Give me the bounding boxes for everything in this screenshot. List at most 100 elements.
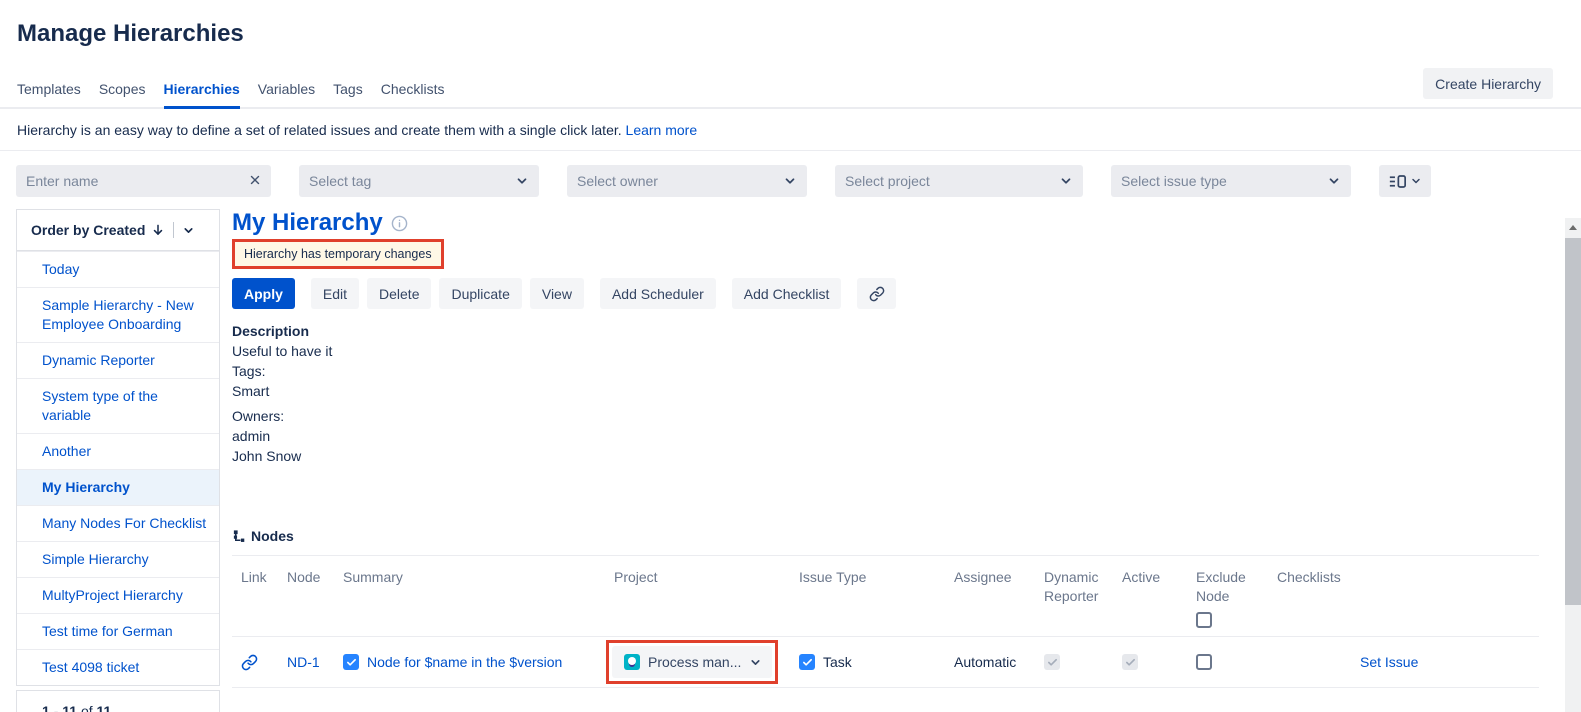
project-filter-placeholder: Select project bbox=[845, 173, 930, 189]
sidebar-item-dynamic-reporter[interactable]: Dynamic Reporter bbox=[17, 342, 219, 378]
node-issue-type-cell: Task bbox=[799, 637, 954, 687]
info-icon[interactable] bbox=[391, 215, 408, 232]
order-by-label: Order by Created bbox=[31, 222, 145, 238]
sidebar-item-another[interactable]: Another bbox=[17, 433, 219, 469]
node-checklists-cell: Set Issue bbox=[1277, 637, 1539, 687]
node-summary-link[interactable]: Node for $name in the $version bbox=[367, 654, 562, 670]
node-exclude-cell bbox=[1196, 637, 1277, 687]
sidebar-item-test-4098[interactable]: Test 4098 ticket bbox=[17, 649, 219, 685]
col-issue-type: Issue Type bbox=[799, 568, 954, 587]
nodes-section-title: Nodes bbox=[251, 528, 294, 544]
view-button[interactable]: View bbox=[530, 278, 584, 309]
tag-filter-placeholder: Select tag bbox=[309, 173, 371, 189]
add-scheduler-button[interactable]: Add Scheduler bbox=[600, 278, 716, 309]
sidebar-item-simple-hierarchy[interactable]: Simple Hierarchy bbox=[17, 541, 219, 577]
tab-checklists[interactable]: Checklists bbox=[381, 75, 445, 109]
project-filter-select[interactable]: Select project bbox=[835, 165, 1083, 197]
pagination-start: 1 bbox=[42, 703, 50, 712]
vertical-scrollbar[interactable] bbox=[1565, 218, 1581, 712]
owner-item: John Snow bbox=[232, 446, 1539, 466]
delete-button[interactable]: Delete bbox=[367, 278, 431, 309]
dynamic-reporter-checkbox bbox=[1044, 654, 1060, 670]
tab-scopes[interactable]: Scopes bbox=[99, 75, 146, 109]
chevron-down-icon bbox=[1059, 174, 1073, 188]
set-issue-link[interactable]: Set Issue bbox=[1360, 654, 1418, 670]
scrollbar-thumb[interactable] bbox=[1565, 238, 1581, 605]
issue-type-filter-select[interactable]: Select issue type bbox=[1111, 165, 1351, 197]
sidebar-item-many-nodes[interactable]: Many Nodes For Checklist bbox=[17, 505, 219, 541]
tab-bar: Templates Scopes Hierarchies Variables T… bbox=[0, 68, 1581, 109]
create-hierarchy-button[interactable]: Create Hierarchy bbox=[1423, 68, 1553, 99]
issue-type-checkbox[interactable] bbox=[799, 654, 815, 670]
manage-hierarchies-page: Manage Hierarchies Templates Scopes Hier… bbox=[0, 0, 1581, 712]
project-dropdown-value: Process man... bbox=[648, 654, 741, 670]
pagination-total: 11 bbox=[97, 703, 112, 712]
description-value: Useful to have it bbox=[232, 341, 1539, 361]
annotation-highlight-box: Process man... bbox=[606, 640, 778, 684]
tab-variables[interactable]: Variables bbox=[258, 75, 315, 109]
tag-filter-select[interactable]: Select tag bbox=[299, 165, 539, 197]
divider bbox=[173, 222, 174, 238]
pagination-of: of bbox=[81, 703, 93, 712]
summary-checkbox[interactable] bbox=[343, 654, 359, 670]
col-project: Project bbox=[614, 568, 799, 587]
exclude-all-checkbox[interactable] bbox=[1196, 612, 1212, 628]
sidebar-item-multyproject[interactable]: MultyProject Hierarchy bbox=[17, 577, 219, 613]
col-active: Active bbox=[1122, 568, 1196, 587]
chevron-down-icon bbox=[515, 174, 529, 188]
clear-icon[interactable] bbox=[248, 173, 262, 187]
node-summary-cell: Node for $name in the $version bbox=[343, 637, 614, 687]
chevron-down-icon[interactable] bbox=[182, 224, 195, 237]
link-icon bbox=[869, 286, 885, 302]
link-icon[interactable] bbox=[241, 654, 258, 671]
sidebar-item-sample-hierarchy[interactable]: Sample Hierarchy - New Employee Onboardi… bbox=[17, 287, 219, 342]
tab-tags[interactable]: Tags bbox=[333, 75, 363, 109]
node-key-cell: ND-1 bbox=[287, 637, 343, 687]
apply-button[interactable]: Apply bbox=[232, 278, 295, 309]
sort-direction-icon[interactable] bbox=[151, 223, 165, 237]
owner-item: admin bbox=[232, 426, 1539, 446]
learn-more-link[interactable]: Learn more bbox=[626, 122, 698, 138]
scroll-up-arrow[interactable] bbox=[1565, 218, 1581, 236]
sidebar-item-my-hierarchy[interactable]: My Hierarchy bbox=[17, 469, 219, 505]
node-key-link[interactable]: ND-1 bbox=[287, 654, 320, 670]
action-buttons: Apply Edit Delete Duplicate View Add Sch… bbox=[232, 278, 1539, 309]
node-dynamic-reporter-cell bbox=[1044, 637, 1122, 687]
sidebar-item-system-type[interactable]: System type of the variable bbox=[17, 378, 219, 433]
name-filter-input[interactable] bbox=[16, 165, 271, 197]
edit-button[interactable]: Edit bbox=[311, 278, 359, 309]
duplicate-button[interactable]: Duplicate bbox=[439, 278, 521, 309]
name-filter bbox=[16, 165, 271, 197]
filter-bar: Select tag Select owner Select project S… bbox=[0, 151, 1581, 197]
nodes-section-header: Nodes bbox=[232, 528, 1539, 556]
owner-filter-placeholder: Select owner bbox=[577, 173, 658, 189]
col-checklists: Checklists bbox=[1277, 568, 1539, 587]
sidebar-item-today[interactable]: Today bbox=[17, 251, 219, 287]
col-summary: Summary bbox=[343, 568, 614, 587]
tab-templates[interactable]: Templates bbox=[17, 75, 81, 109]
order-by-control[interactable]: Order by Created bbox=[17, 210, 219, 251]
owner-filter-select[interactable]: Select owner bbox=[567, 165, 807, 197]
intro-text: Hierarchy is an easy way to define a set… bbox=[17, 122, 622, 138]
project-avatar bbox=[624, 654, 640, 670]
issue-type-value: Task bbox=[823, 654, 852, 670]
add-checklist-button[interactable]: Add Checklist bbox=[732, 278, 842, 309]
copy-link-button[interactable] bbox=[857, 278, 896, 309]
view-toggle-button[interactable] bbox=[1379, 165, 1431, 197]
chevron-down-icon bbox=[749, 656, 762, 669]
assignee-value: Automatic bbox=[954, 654, 1016, 670]
project-dropdown[interactable]: Process man... bbox=[612, 646, 772, 678]
node-project-cell: Process man... bbox=[614, 637, 799, 687]
description-block: Description Useful to have it Tags: Smar… bbox=[232, 321, 1539, 466]
tab-hierarchies[interactable]: Hierarchies bbox=[164, 75, 240, 109]
description-label: Description bbox=[232, 321, 1539, 341]
exclude-node-checkbox[interactable] bbox=[1196, 654, 1212, 670]
nodes-table-header: Link Node Summary Project Issue Type Ass… bbox=[232, 556, 1539, 636]
col-node: Node bbox=[287, 568, 343, 587]
chevron-down-icon bbox=[1327, 174, 1341, 188]
hierarchy-list: Order by Created Today Sample Hierarchy … bbox=[16, 209, 220, 686]
sidebar-item-test-time-german[interactable]: Test time for German bbox=[17, 613, 219, 649]
page-title: Manage Hierarchies bbox=[0, 0, 1581, 48]
issue-type-filter-placeholder: Select issue type bbox=[1121, 173, 1227, 189]
tabs: Templates Scopes Hierarchies Variables T… bbox=[17, 75, 445, 107]
